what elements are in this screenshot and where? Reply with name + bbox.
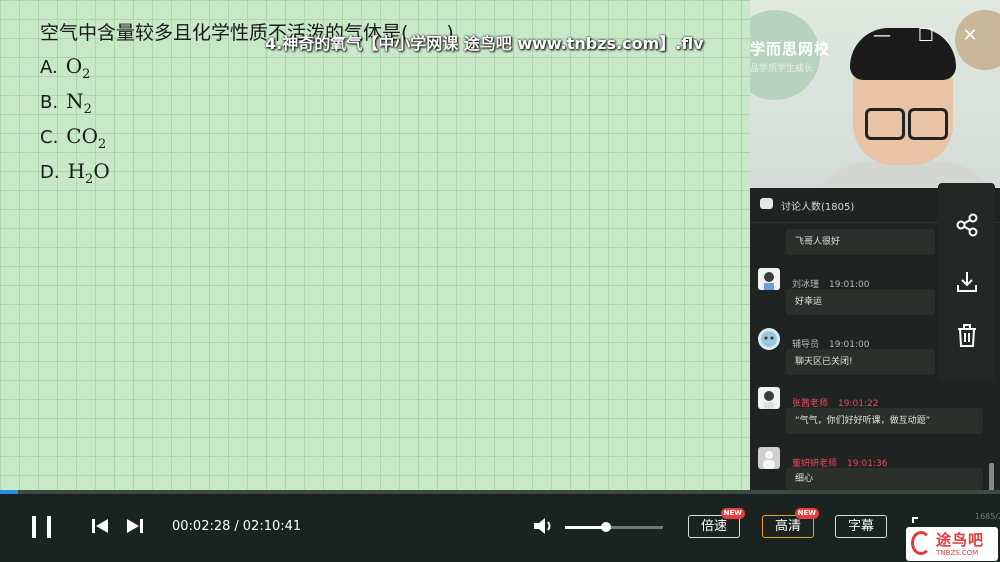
assistant-avatar bbox=[758, 328, 780, 350]
option-key: B. bbox=[40, 92, 59, 113]
volume-handle[interactable] bbox=[601, 522, 612, 532]
option-c: C. CO2 bbox=[40, 124, 106, 152]
total-time: 02:10:41 bbox=[242, 519, 302, 534]
new-badge: NEW bbox=[794, 508, 819, 519]
maximize-button[interactable]: ☐ bbox=[914, 24, 938, 48]
volume-icon[interactable] bbox=[532, 516, 556, 536]
option-formula: O bbox=[65, 54, 83, 78]
chat-count: 讨论人数(1805) bbox=[781, 202, 855, 213]
playback-time: 00:02:28/02:10:41 bbox=[172, 519, 301, 534]
viewer-stats: 1685/2256 bbox=[975, 512, 1000, 521]
school-logo: 学而思网校 品学质学生成长 bbox=[750, 38, 840, 74]
subtitle-button[interactable]: 字幕 bbox=[835, 515, 887, 538]
progress-bar[interactable] bbox=[0, 490, 1000, 494]
player-window: 空气中含量较多且化学性质不活泼的气体是( ) A. O2 B. N2 C. CO2 D… bbox=[0, 0, 1000, 562]
option-key: A. bbox=[40, 57, 58, 78]
chat-bubble: 细心 bbox=[786, 468, 983, 490]
school-logo-text: 学而思网校 bbox=[750, 40, 831, 58]
close-button[interactable]: ✕ bbox=[958, 24, 982, 48]
option-formula: CO bbox=[66, 124, 98, 148]
teacher-avatar bbox=[758, 447, 780, 469]
option-tail: O bbox=[93, 159, 110, 183]
site-watermark: 途鸟吧 TNBZS.COM bbox=[906, 527, 998, 561]
lesson-slide: 空气中含量较多且化学性质不活泼的气体是( ) A. O2 B. N2 C. CO2 D… bbox=[0, 0, 750, 490]
option-subscript: 2 bbox=[83, 102, 92, 117]
chat-bubble: 好幸运 bbox=[786, 289, 935, 315]
quality-label: 高清 bbox=[774, 519, 801, 534]
option-formula: H bbox=[67, 159, 86, 183]
volume-slider[interactable] bbox=[565, 522, 663, 532]
option-b: B. N2 bbox=[40, 89, 92, 117]
player-control-bar: 00:02:28/02:10:41 倍速 NEW 高清 NEW 字幕 1685/… bbox=[0, 490, 1000, 562]
school-logo-sub: 品学质学生成长 bbox=[750, 64, 814, 74]
teacher-hair bbox=[850, 28, 956, 80]
option-key: C. bbox=[40, 127, 59, 148]
time-separator: / bbox=[234, 519, 239, 534]
minimize-button[interactable]: — bbox=[870, 24, 894, 48]
speed-label: 倍速 bbox=[700, 519, 727, 534]
chat-bubble: 飞哥人很好 bbox=[786, 229, 935, 255]
previous-icon[interactable] bbox=[91, 518, 109, 534]
volume-fill bbox=[565, 526, 607, 529]
glasses-right bbox=[908, 108, 948, 140]
side-action-bar bbox=[938, 183, 995, 381]
option-formula: N bbox=[66, 89, 84, 113]
chat-bubble-icon bbox=[760, 198, 773, 209]
download-icon[interactable] bbox=[952, 267, 982, 297]
brand-logo-icon bbox=[911, 531, 931, 555]
pause-button[interactable] bbox=[30, 514, 54, 540]
option-key: D. bbox=[40, 162, 60, 183]
speed-button[interactable]: 倍速 NEW bbox=[688, 508, 745, 538]
chat-bubble: “气气，你们好好听课，做互动题” bbox=[786, 408, 983, 434]
share-icon[interactable] bbox=[952, 210, 982, 240]
option-a: A. O2 bbox=[40, 54, 90, 82]
new-badge: NEW bbox=[720, 508, 745, 519]
trash-icon[interactable] bbox=[952, 321, 982, 351]
current-time: 00:02:28 bbox=[172, 519, 231, 534]
quality-button[interactable]: 高清 NEW bbox=[762, 508, 819, 538]
chat-bubble: 聊天区已关闭! bbox=[786, 349, 935, 375]
option-subscript: 2 bbox=[98, 137, 107, 152]
teacher-avatar bbox=[758, 387, 780, 409]
next-icon[interactable] bbox=[126, 518, 144, 534]
progress-fill bbox=[0, 490, 18, 494]
window-title: 4.神奇的氧气【中小学网课 途鸟吧 www.tnbzs.com】.flv bbox=[265, 34, 704, 53]
watermark-brand: 途鸟吧 bbox=[936, 531, 985, 549]
watermark-url: TNBZS.COM bbox=[936, 549, 979, 557]
option-d: D. H2O bbox=[40, 159, 110, 187]
user-avatar bbox=[758, 268, 780, 290]
glasses-left bbox=[865, 108, 905, 140]
subtitle-label: 字幕 bbox=[847, 519, 874, 534]
option-subscript: 2 bbox=[82, 67, 91, 82]
